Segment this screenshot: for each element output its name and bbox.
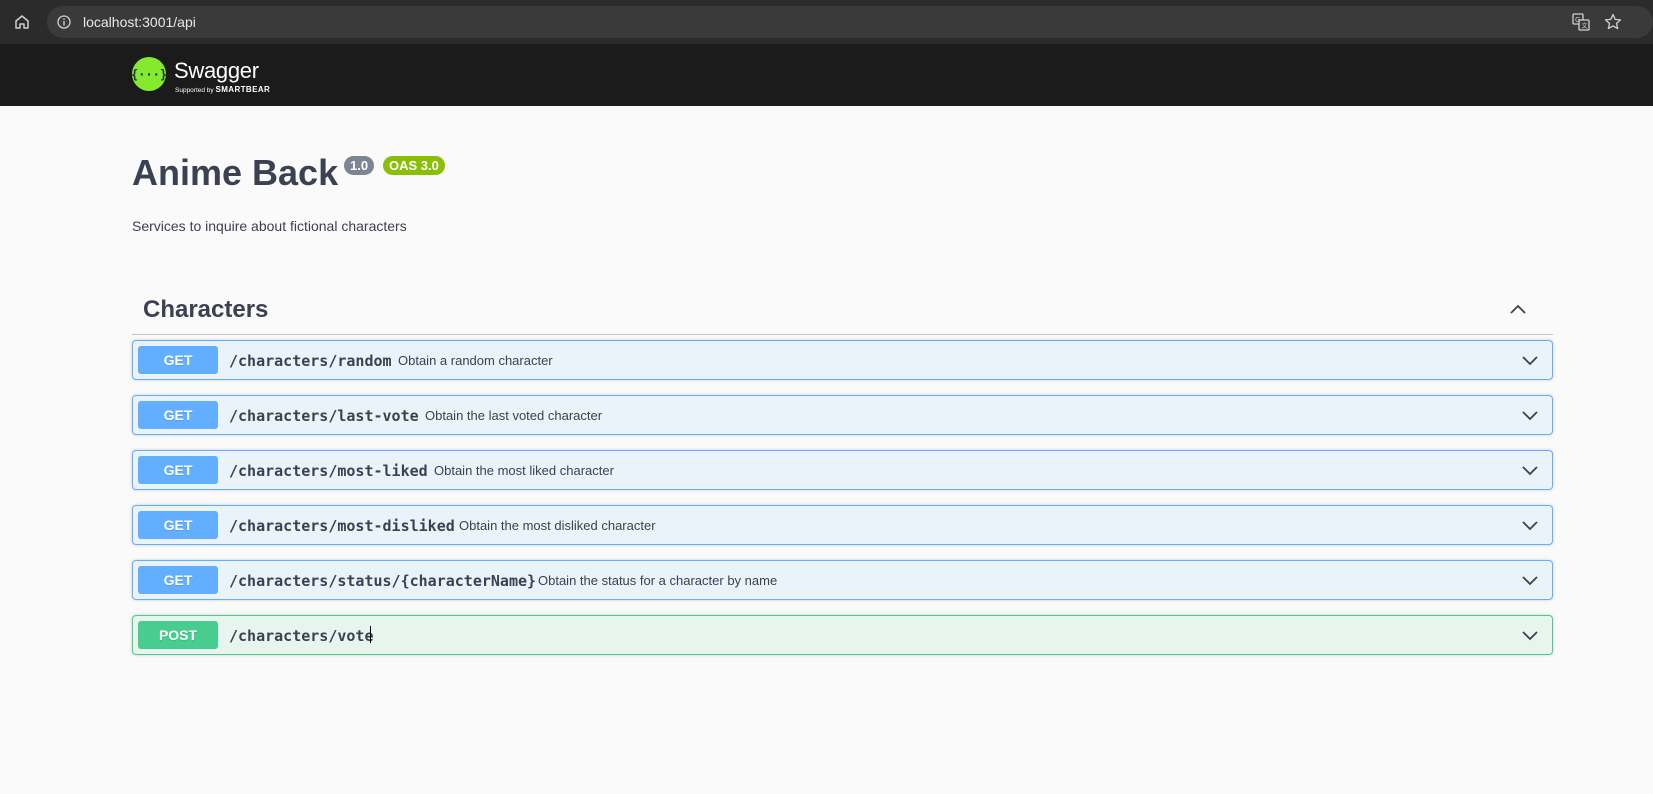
star-icon: [1604, 13, 1622, 30]
operation-path: /characters/status/{characterName}: [229, 572, 537, 590]
chevron-up-icon: [1510, 304, 1526, 314]
operation-summary: Obtain a random character: [398, 353, 553, 368]
chevron-down-icon: [1522, 521, 1538, 531]
svg-text:G: G: [1575, 16, 1580, 24]
expand-operation-button[interactable]: [1519, 349, 1541, 371]
api-title: Anime Back: [132, 152, 339, 193]
chevron-down-icon: [1522, 411, 1538, 421]
expand-operation-button[interactable]: [1519, 514, 1541, 536]
operation-summary: Obtain the most liked character: [434, 463, 614, 478]
translate-icon: G 文: [1572, 13, 1590, 31]
version-badge: 1.0: [344, 156, 375, 175]
chevron-down-icon: [1522, 466, 1538, 476]
operation-path: /characters/vote: [229, 627, 374, 645]
svg-text:文: 文: [1582, 22, 1588, 30]
operation-path: /characters/random: [229, 352, 392, 370]
operation-summary: Obtain the most disliked character: [459, 518, 656, 533]
chevron-down-icon: [1522, 356, 1538, 366]
info-icon[interactable]: [55, 13, 73, 31]
home-button[interactable]: [10, 10, 34, 34]
operation-get-characters-status[interactable]: GET /characters/status/{characterName} O…: [132, 560, 1553, 600]
chevron-down-icon: [1522, 631, 1538, 641]
tag-section-header[interactable]: Characters: [132, 288, 1553, 335]
logo-wordmark: Swagger: [174, 58, 259, 83]
method-badge: GET: [138, 456, 218, 484]
operation-post-characters-vote[interactable]: POST /characters/vote: [132, 615, 1553, 655]
url-text[interactable]: localhost:3001/api: [83, 14, 196, 30]
browser-toolbar: localhost:3001/api G 文: [0, 0, 1653, 44]
operation-get-characters-most-disliked[interactable]: GET /characters/most-disliked Obtain the…: [132, 505, 1553, 545]
expand-operation-button[interactable]: [1519, 404, 1541, 426]
swagger-logo-icon: {···}: [132, 57, 166, 91]
tag-title[interactable]: Characters: [143, 296, 268, 324]
swagger-topbar: {···} Swagger Supported by SMARTBEAR: [0, 44, 1653, 106]
operation-get-characters-most-liked[interactable]: GET /characters/most-liked Obtain the mo…: [132, 450, 1553, 490]
expand-operation-button[interactable]: [1519, 569, 1541, 591]
bookmark-star-button[interactable]: [1602, 11, 1624, 33]
operation-path: /characters/most-liked: [229, 462, 428, 480]
home-icon: [15, 15, 29, 29]
logo-subtitle: Supported by SMARTBEAR: [175, 85, 270, 94]
oas-badge: OAS 3.0: [383, 156, 445, 175]
operation-path: /characters/most-disliked: [229, 517, 455, 535]
operation-summary: Obtain the status for a character by nam…: [538, 573, 778, 588]
translate-button[interactable]: G 文: [1570, 11, 1592, 33]
method-badge: GET: [138, 346, 218, 374]
api-description: Services to inquire about fictional char…: [132, 218, 407, 234]
method-badge: GET: [138, 401, 218, 429]
method-badge: POST: [138, 621, 218, 649]
logo-company: SMARTBEAR: [215, 85, 271, 94]
expand-operation-button[interactable]: [1519, 624, 1541, 646]
swagger-logo[interactable]: {···} Swagger Supported by SMARTBEAR: [132, 54, 282, 96]
method-badge: GET: [138, 566, 218, 594]
logo-glyph: {···}: [132, 68, 166, 82]
method-badge: GET: [138, 511, 218, 539]
expand-operation-button[interactable]: [1519, 459, 1541, 481]
operation-get-characters-random[interactable]: GET /characters/random Obtain a random c…: [132, 340, 1553, 380]
logo-supported-by: Supported by: [175, 87, 214, 94]
operation-get-characters-last-vote[interactable]: GET /characters/last-vote Obtain the las…: [132, 395, 1553, 435]
text-cursor: [370, 626, 371, 643]
address-bar[interactable]: localhost:3001/api G 文: [47, 6, 1653, 38]
operation-path: /characters/last-vote: [229, 407, 419, 425]
chevron-down-icon: [1522, 576, 1538, 586]
tag-collapse-button[interactable]: [1505, 296, 1531, 322]
operation-summary: Obtain the last voted character: [425, 408, 603, 423]
